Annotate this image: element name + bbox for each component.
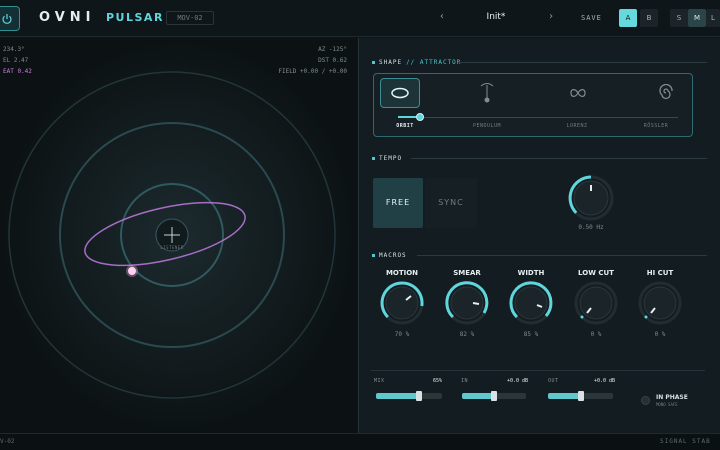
input-gain-slider[interactable] [462, 391, 526, 401]
beat-value: EAT 0.42 [3, 68, 32, 75]
sync-mode-button[interactable]: SYNC [425, 178, 477, 228]
width-value: 85 % [523, 331, 539, 338]
low-cut-knob[interactable] [573, 280, 619, 326]
hi-cut-label: HI CUT [646, 269, 674, 277]
mix-label: MIX [374, 378, 385, 384]
save-button[interactable]: SAVE [581, 14, 602, 22]
rate-knob[interactable] [563, 170, 619, 226]
motion-label: MOTION [385, 269, 419, 277]
shape-morph-handle[interactable] [416, 113, 424, 121]
hi-cut-knob[interactable] [637, 280, 683, 326]
width-knob[interactable] [508, 280, 554, 326]
in-label: IN [461, 378, 469, 384]
preset-name[interactable]: Init* [460, 12, 532, 22]
size-l-button[interactable]: L [706, 9, 720, 27]
status-bar: V-02 SIGNAL STAB [0, 433, 720, 450]
free-mode-button[interactable]: FREE [373, 178, 423, 228]
elevation-value: EL 2.47 [3, 57, 29, 64]
tempo-section-header: TEMPO [372, 155, 402, 162]
pendulum-shape-button[interactable] [467, 78, 507, 108]
output-section: MIX 65% IN +0.0 dB OUT +0.0 dB IN PHASE … [371, 370, 705, 426]
power-button[interactable] [0, 6, 20, 31]
mix-slider[interactable] [376, 391, 442, 401]
motion-knob[interactable] [379, 280, 425, 326]
rate-value: 0.50 Hz [578, 224, 604, 231]
attractor-selector[interactable]: ORBIT PENDULUM LORENZ RÖSSLER [373, 73, 693, 137]
output-gain-slider[interactable] [548, 391, 613, 401]
rossler-icon [659, 84, 673, 100]
product-name: PULSAR [106, 11, 164, 24]
width-label: WIDTH [517, 269, 545, 277]
version-badge: MOV-02 [166, 11, 214, 25]
hi-cut-value: 0 % [654, 331, 666, 338]
out-value: +0.0 dB [594, 378, 616, 384]
size-s-button[interactable]: S [670, 9, 688, 27]
compare-a-button[interactable]: A [619, 9, 637, 27]
low-cut-label: LOW CUT [578, 269, 614, 277]
mix-value: 65% [433, 378, 443, 384]
field-offset-readout: FIELD +0.00 / +0.00 [278, 68, 347, 75]
status-signal: SIGNAL STAB [660, 438, 711, 445]
orbit-visualizer[interactable]: 234.3° EL 2.47 EAT 0.42 AZ -125° DST 0.6… [0, 38, 357, 433]
rossler-shape-button[interactable] [646, 78, 686, 108]
macros-section-header: MACROS [372, 252, 407, 259]
phase-label: IN PHASE [656, 394, 688, 401]
field-readout: AZ -125° DST 0.62 FIELD +0.00 / +0.00 [278, 44, 347, 77]
out-label: OUT [548, 378, 559, 384]
position-readout: 234.3° EL 2.47 EAT 0.42 [3, 44, 32, 77]
brand-logo: OVNI [39, 10, 96, 25]
shape-section-header: SHAPE// ATTRACTOR [372, 59, 461, 66]
preset-next-button[interactable]: › [548, 11, 554, 22]
smear-value: 82 % [459, 331, 475, 338]
in-value: +0.0 dB [507, 378, 529, 384]
listener-label: LISTENER [160, 245, 184, 250]
power-icon [2, 13, 12, 24]
phase-toggle[interactable] [641, 396, 650, 405]
lorenz-icon [570, 89, 586, 97]
orbit-icon [391, 87, 409, 99]
low-cut-value: 0 % [590, 331, 602, 338]
azimuth-value: 234.3° [3, 46, 25, 53]
orbit-display [0, 38, 357, 433]
rossler-label: RÖSSLER [643, 123, 669, 129]
pendulum-label: PENDULUM [472, 123, 502, 129]
motion-value: 70 % [394, 331, 410, 338]
phase-sublabel: MONO SAFE [656, 402, 678, 407]
distance-readout: DST 0.62 [318, 57, 347, 64]
orbit-label: ORBIT [396, 123, 414, 129]
orbit-shape-button[interactable] [380, 78, 420, 108]
lorenz-shape-button[interactable] [558, 78, 598, 108]
size-m-button[interactable]: M [688, 9, 706, 27]
lorenz-label: LORENZ [566, 123, 588, 129]
top-bar: OVNI PULSAR MOV-02 ‹ Init* › SAVE A B S … [0, 0, 720, 37]
compare-b-button[interactable]: B [640, 9, 658, 27]
smear-label: SMEAR [453, 269, 481, 277]
smear-knob[interactable] [444, 280, 490, 326]
preset-prev-button[interactable]: ‹ [439, 11, 445, 22]
status-version: V-02 [0, 438, 15, 445]
az-readout: AZ -125° [318, 46, 347, 53]
pendulum-icon [480, 83, 494, 103]
